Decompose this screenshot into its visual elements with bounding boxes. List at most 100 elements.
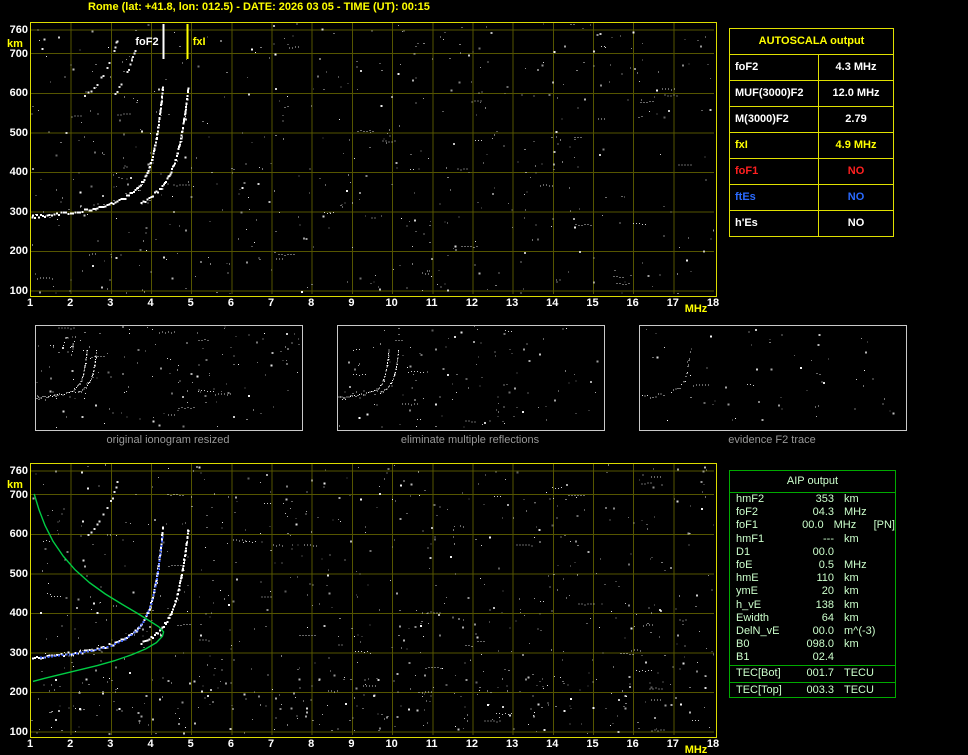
x-tick-8: 8 — [308, 297, 315, 309]
x-tick-11: 11 — [425, 738, 438, 750]
aip-param-label: DelN_vE — [736, 624, 780, 637]
profile-ionogram-plot — [30, 463, 717, 738]
aip-param-unit: km — [844, 585, 859, 598]
aip-param-unit: km — [844, 532, 859, 545]
aip-row-ewidth: Ewidth 64 km — [730, 612, 895, 625]
x-tick-7: 7 — [267, 738, 275, 750]
aip-row-hme: hmE 110 km — [730, 572, 895, 585]
aip-param-value: 001.7 — [806, 667, 834, 680]
autoscala-row-ftes: ftEs NO — [730, 185, 893, 211]
autoscala-row-fof2: foF2 4.3 MHz — [730, 55, 893, 81]
x-tick-9: 9 — [348, 738, 355, 750]
thumbnail-svg-3 — [642, 328, 895, 422]
aip-param-unit: MHz — [844, 558, 867, 571]
aip-output-table: AIP output hmF2 353 km foF2 04.3 MHz foF1 00.0 M… — [729, 470, 896, 698]
aip-param-value: 00.0 — [812, 624, 834, 637]
autoscala-param-value: 2.79 — [845, 113, 867, 125]
y-tick-500: 500 — [9, 567, 28, 580]
thumbnail-caption-3: evidence F2 trace — [728, 434, 816, 446]
aip-row-foe: foE 0.5 MHz — [730, 559, 895, 572]
aip-param-label: ymE — [736, 585, 758, 598]
aip-param-value: 00.0 — [802, 519, 824, 532]
aip-param-unit: MHz — [844, 506, 867, 519]
thumbnail-caption-1: original ionogram resized — [106, 434, 230, 446]
x-tick-11: 11 — [425, 297, 438, 309]
y-tick-300: 300 — [9, 646, 28, 659]
aip-param-label: foF2 — [736, 506, 759, 519]
aip-param-unit — [844, 546, 878, 559]
foF2-marker-label: foF2 — [135, 36, 158, 48]
x-tick-5: 5 — [187, 297, 194, 309]
fxI-marker-label: fxI — [193, 36, 206, 48]
autoscala-param-label: foF1 — [730, 159, 819, 184]
aip-separator — [730, 665, 895, 667]
aip-param-note: [PN] — [873, 519, 895, 532]
aip-row-h-ve: h_vE 138 km — [730, 599, 895, 612]
y-tick-100: 100 — [9, 726, 28, 738]
y-axis-unit-label: km — [7, 38, 23, 50]
aip-param-label: hmE — [736, 572, 759, 585]
autoscala-row-h-es: h'Es NO — [730, 211, 893, 236]
aip-param-value: 00.0 — [812, 545, 834, 558]
x-tick-12: 12 — [465, 738, 479, 750]
autoscala-param-value: NO — [847, 165, 865, 177]
aip-param-label: B1 — [736, 651, 750, 664]
x-tick-3: 3 — [107, 297, 114, 309]
aip-param-label: hmF2 — [736, 493, 765, 505]
x-tick-8: 8 — [308, 738, 315, 750]
autoscala-row-m-3000-f2: M(3000)F2 2.79 — [730, 107, 893, 133]
aip-param-unit: m^(-3) — [844, 624, 876, 637]
aip-row-hmf1: hmF1 --- km — [730, 533, 895, 546]
autoscala-app-window: Rome (lat: +41.8, lon: 012.5) - DATE: 20… — [0, 0, 968, 755]
x-tick-4: 4 — [147, 738, 154, 750]
autoscala-param-label: MUF(3000)F2 — [730, 81, 819, 106]
x-tick-3: 3 — [107, 738, 114, 750]
aip-table-header: AIP output — [730, 471, 895, 493]
ionogram-top-svg: foF2 fxI — [31, 23, 715, 296]
y-axis-unit-label: km — [7, 479, 23, 491]
x-tick-16: 16 — [626, 297, 639, 309]
x-tick-13: 13 — [505, 297, 519, 309]
aip-param-value: 64 — [821, 611, 834, 624]
aip-row-hmf2: hmF2 353 km — [730, 493, 895, 506]
x-tick-12: 12 — [465, 297, 479, 309]
x-tick-2: 2 — [67, 297, 74, 309]
y-tick-200: 200 — [9, 245, 28, 258]
autoscala-param-value: NO — [847, 191, 865, 203]
x-tick-14: 14 — [546, 738, 559, 750]
thumbnail-original-ionogram — [35, 325, 303, 431]
x-tick-1: 1 — [26, 738, 34, 750]
aip-row-d1: D1 00.0 — [730, 546, 895, 559]
autoscala-row-fxi: fxI 4.9 MHz — [730, 133, 893, 159]
x-tick-16: 16 — [626, 738, 639, 750]
x-tick-4: 4 — [147, 297, 154, 309]
aip-param-value: 02.4 — [812, 651, 834, 664]
aip-row-b0: B0 098.0 km — [730, 638, 895, 651]
thumbnail-eliminate-reflections — [337, 325, 605, 431]
aip-param-value: 138 — [815, 598, 834, 611]
x-axis-unit-label: MHz — [684, 303, 708, 315]
aip-param-label: hmF1 — [736, 532, 765, 545]
x-axis-unit-label: MHz — [684, 744, 708, 755]
aip-param-value: 353 — [815, 493, 834, 505]
aip-row-tec-bot: TEC[Bot] 001.7 TECU — [730, 667, 895, 680]
aip-param-unit: km — [844, 611, 859, 624]
y-tick-400: 400 — [9, 166, 28, 179]
aip-separator — [730, 681, 895, 683]
aip-param-unit: km — [844, 638, 859, 651]
aip-param-label: B0 — [736, 638, 750, 651]
ionogram-plot: foF2 fxI — [30, 22, 717, 297]
thumbnail-caption-2: eliminate multiple reflections — [400, 434, 540, 446]
x-tick-9: 9 — [348, 297, 355, 309]
page-title: Rome (lat: +41.8, lon: 012.5) - DATE: 20… — [88, 1, 430, 13]
x-tick-13: 13 — [505, 738, 519, 750]
autoscala-param-label: fxI — [730, 133, 819, 158]
aip-param-unit — [844, 651, 878, 664]
aip-rows: hmF2 353 km foF2 04.3 MHz foF1 00.0 MHz [PN] hmF1-… — [730, 493, 895, 697]
x-tick-14: 14 — [546, 297, 559, 309]
x-tick-10: 10 — [385, 738, 398, 750]
autoscala-param-value: 4.3 MHz — [835, 61, 877, 73]
aip-param-value: 20 — [821, 585, 834, 598]
autoscala-param-value: 12.0 MHz — [832, 87, 880, 99]
autoscala-param-value: 4.9 MHz — [835, 139, 877, 151]
